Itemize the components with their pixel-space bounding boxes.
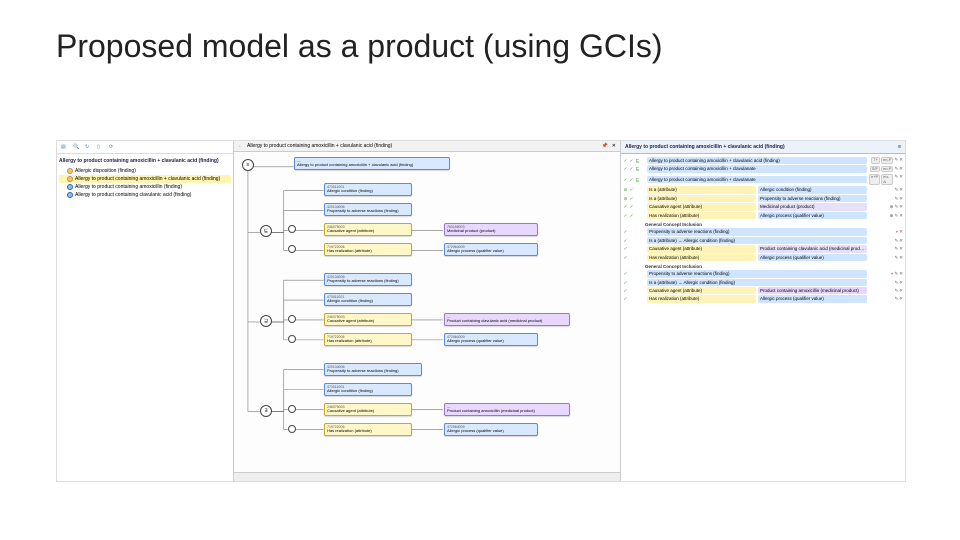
axiom-row[interactable]: ✓Propensity to adverse reactions (findin… xyxy=(623,270,903,277)
attribute-node[interactable]: 719722006Has realization (attribute) xyxy=(324,333,412,346)
subsumes-op: ⊑ xyxy=(260,225,272,237)
app-screenshot: ▤ 🔍 ↻ ▯ ⟳ Allergy to product containing … xyxy=(56,140,906,482)
axiom-row[interactable]: ✓Is a (attribute) → Allergic condition (… xyxy=(623,279,903,286)
axiom-row[interactable]: ⊘✓Is a (attribute)Allergic condition (fi… xyxy=(623,186,903,193)
concept-path: Allergy to product containing amoxicilli… xyxy=(247,143,392,149)
value-node[interactable]: —Product containing amoxicillin (medicin… xyxy=(444,403,570,416)
value-node[interactable]: —Product containing clavulanic acid (med… xyxy=(444,313,570,326)
attribute-node[interactable]: 719722006Has realization (attribute) xyxy=(324,243,412,256)
axiom-list: ✓✓⊑Allergy to product containing amoxici… xyxy=(621,154,905,481)
value-node[interactable]: 472964009Allergic process (qualifier val… xyxy=(444,423,538,436)
concept-node[interactable]: 420134006Propensity to adverse reactions… xyxy=(324,363,422,376)
concept-node[interactable]: 420134006Propensity to adverse reactions… xyxy=(324,203,412,216)
page-title: Proposed model as a product (using GCIs) xyxy=(56,28,663,65)
tree-icon[interactable]: ▤ xyxy=(61,144,67,150)
concept-node[interactable]: 473011001Allergic condition (finding) xyxy=(324,183,412,196)
axiom-row[interactable]: ✓Has realization (attribute)Allergic pro… xyxy=(623,254,903,261)
root-concept[interactable]: —Allergy to product containing amoxicill… xyxy=(294,157,450,170)
concept-node[interactable]: 473011001Allergic condition (finding) xyxy=(324,383,412,396)
concept-node[interactable]: 473011001Allergic condition (finding) xyxy=(324,293,412,306)
tree-header: Allergy to product containing amoxicilli… xyxy=(59,158,231,164)
diagram-tabbar xyxy=(234,472,620,481)
axiom-row[interactable]: ✓✓Has realization (attribute)Allergic pr… xyxy=(623,212,903,219)
exists-op: ∃ xyxy=(260,405,272,417)
axiom-row[interactable]: ✓✓⊑Allergy to product containing amoxici… xyxy=(623,157,903,164)
join-dot xyxy=(288,225,296,233)
concept-tree: Allergy to product containing amoxicilli… xyxy=(57,154,233,481)
axiom-row[interactable]: ✓✓⊑Allergy to product containing amoxici… xyxy=(623,165,903,172)
attribute-node[interactable]: 719722006Has realization (attribute) xyxy=(324,423,412,436)
axiom-row[interactable]: ⊘✓Is a (attribute)Propensity to adverse … xyxy=(623,195,903,202)
axiom-row[interactable]: ✓✓⊑Allergy to product containing amoxici… xyxy=(623,174,903,186)
right-header: Allergy to product containing amoxicilli… xyxy=(621,141,905,154)
menu-icon[interactable]: ≡ xyxy=(898,144,901,150)
axiom-row[interactable]: ✓Is a (attribute) → Allergic condition (… xyxy=(623,237,903,244)
join-dot xyxy=(288,245,296,253)
tree-row[interactable]: Allergic disposition (finding) xyxy=(59,167,231,175)
value-node[interactable]: 472964009Allergic process (qualifier val… xyxy=(444,333,538,346)
left-panel: ▤ 🔍 ↻ ▯ ⟳ Allergy to product containing … xyxy=(57,141,234,481)
axiom-row[interactable]: ✓Causative agent (attribute)Product cont… xyxy=(623,245,903,252)
right-panel: Allergy to product containing amoxicilli… xyxy=(621,141,905,481)
back-icon[interactable]: ← xyxy=(238,143,243,149)
equivalence-op: ≡ xyxy=(242,159,254,171)
axiom-row[interactable]: ✓✓Causative agent (attribute)Medicinal p… xyxy=(623,203,903,210)
axiom-row[interactable]: ✓Propensity to adverse reactions (findin… xyxy=(623,228,903,235)
join-dot xyxy=(288,315,296,323)
tree-row[interactable]: Allergy to product containing clavulanic… xyxy=(59,191,231,199)
join-dot xyxy=(288,425,296,433)
diagram-canvas[interactable]: —Allergy to product containing amoxicill… xyxy=(234,151,620,481)
attribute-node[interactable]: 246075003Causative agent (attribute) xyxy=(324,313,412,326)
pin-icon[interactable]: 📌 xyxy=(602,143,608,149)
axiom-row[interactable]: ✓Causative agent (attribute)Product cont… xyxy=(623,287,903,294)
search-icon[interactable]: 🔍 xyxy=(73,144,79,150)
value-node[interactable]: 472964009Allergic process (qualifier val… xyxy=(444,243,538,256)
tree-row-selected[interactable]: Allergy to product containing amoxicilli… xyxy=(59,175,231,183)
join-dot xyxy=(288,405,296,413)
subsumed-op: ⊒ xyxy=(260,315,272,327)
tree-row[interactable]: Allergy to product containing amoxicilli… xyxy=(59,183,231,191)
diagram-panel: ← Allergy to product containing amoxicil… xyxy=(234,141,621,481)
attribute-node[interactable]: 246075003Causative agent (attribute) xyxy=(324,223,412,236)
refresh-icon[interactable]: ↻ xyxy=(85,144,91,150)
section-header: General Concept Inclusion xyxy=(645,264,903,269)
doc-icon[interactable]: ▯ xyxy=(97,144,103,150)
history-icon[interactable]: ⟳ xyxy=(109,144,115,150)
axiom-row[interactable]: ✓Has realization (attribute)Allergic pro… xyxy=(623,295,903,302)
section-header: General Concept Inclusion xyxy=(645,222,903,227)
concept-node[interactable]: 420134006Propensity to adverse reactions… xyxy=(324,273,412,286)
left-toolbar: ▤ 🔍 ↻ ▯ ⟳ xyxy=(57,141,233,154)
value-node[interactable]: 763158003Medicinal product (product) xyxy=(444,223,538,236)
join-dot xyxy=(288,335,296,343)
attribute-node[interactable]: 246075003Causative agent (attribute) xyxy=(324,403,412,416)
close-icon[interactable]: ✕ xyxy=(612,143,616,149)
